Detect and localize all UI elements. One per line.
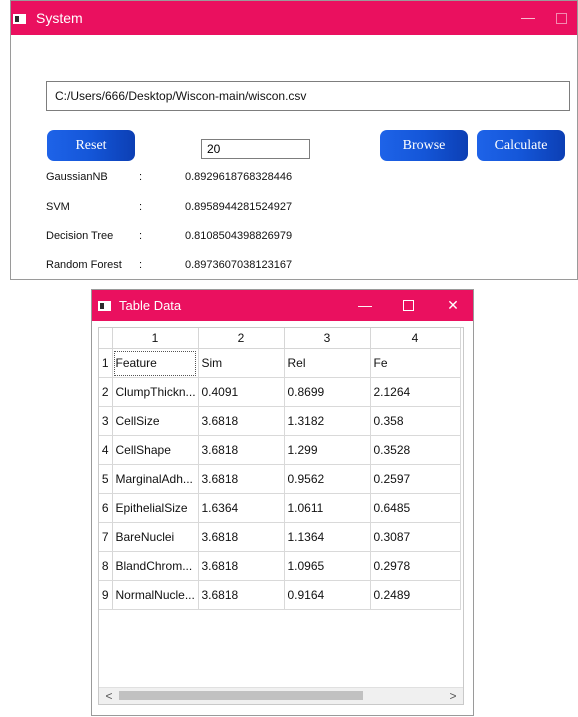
window-icon [98,301,111,311]
table-cell[interactable]: 1.1364 [284,522,371,552]
table-cell[interactable]: 1.0611 [284,493,371,523]
scroll-left-icon[interactable]: < [101,688,117,704]
calculate-button[interactable]: Calculate [477,130,565,161]
row-header[interactable]: 9 [99,580,113,610]
minimize-icon[interactable]: — [350,295,380,315]
row-header[interactable]: 6 [99,493,113,523]
table-cell[interactable]: 1.0965 [284,551,371,581]
table-cell[interactable]: 3.6818 [198,406,285,436]
system-window: System — Reset Browse Calculate Gaussian… [10,0,578,280]
table-cell[interactable]: ClumpThickn... [112,377,199,407]
table-cell[interactable]: Sim [198,348,285,378]
table-cell[interactable]: 0.2489 [370,580,461,610]
result-value: 0.8958944281524927 [185,201,293,213]
result-colon: : [139,259,143,271]
row-header[interactable]: 1 [99,348,113,378]
window-title: Table Data [119,298,182,313]
table-cell[interactable]: 0.8699 [284,377,371,407]
table-cell[interactable]: 0.2597 [370,464,461,494]
result-value: 0.8929618768328446 [185,171,293,183]
table-cell[interactable]: 0.3528 [370,435,461,465]
table-data-window: Table Data — ✕ 1 2 3 4 1 Feature Sim Rel Fe 2… [91,289,474,716]
table-cell[interactable]: 0.9164 [284,580,371,610]
table-row: 4 CellShape 3.6818 1.299 0.3528 [99,435,461,465]
table-cell[interactable]: 1.299 [284,435,371,465]
result-name: Decision Tree [46,230,114,242]
data-table-view[interactable]: 1 2 3 4 1 Feature Sim Rel Fe 2 ClumpThickn... 0… [98,327,464,705]
data-table: 1 2 3 4 1 Feature Sim Rel Fe 2 ClumpThickn... 0… [99,328,461,610]
corner-header[interactable] [99,328,113,349]
table-cell[interactable]: 3.6818 [198,464,285,494]
column-header[interactable]: 2 [198,328,285,349]
row-header[interactable]: 4 [99,435,113,465]
table-cell[interactable]: 3.6818 [198,435,285,465]
table-cell[interactable]: 1.6364 [198,493,285,523]
table-cell[interactable]: 0.4091 [198,377,285,407]
table-cell[interactable]: 3.6818 [198,580,285,610]
column-header-row: 1 2 3 4 [99,328,461,349]
table-cell[interactable]: MarginalAdh... [112,464,199,494]
table-cell[interactable]: 3.6818 [198,522,285,552]
row-header[interactable]: 3 [99,406,113,436]
result-name: GaussianNB [46,171,108,183]
table-cell[interactable]: BlandChrom... [112,551,199,581]
file-path-input[interactable] [46,81,570,111]
table-cell[interactable]: CellShape [112,435,199,465]
number-input[interactable] [201,139,310,159]
system-title-bar[interactable]: System — [11,1,577,35]
table-cell[interactable]: EpithelialSize [112,493,199,523]
maximize-icon[interactable] [548,9,574,27]
result-name: SVM [46,201,70,213]
column-header[interactable]: 4 [370,328,461,349]
table-cell[interactable]: CellSize [112,406,199,436]
result-name: Random Forest [46,259,122,271]
column-header[interactable]: 3 [284,328,371,349]
window-icon [13,14,26,24]
reset-button[interactable]: Reset [47,130,135,161]
row-header[interactable]: 8 [99,551,113,581]
table-cell[interactable]: Rel [284,348,371,378]
table-row: 3 CellSize 3.6818 1.3182 0.358 [99,406,461,436]
table-row: 2 ClumpThickn... 0.4091 0.8699 2.1264 [99,377,461,407]
result-colon: : [139,201,143,213]
table-cell[interactable]: 0.9562 [284,464,371,494]
window-title: System [36,10,83,26]
table-row: 5 MarginalAdh... 3.6818 0.9562 0.2597 [99,464,461,494]
result-value: 0.8973607038123167 [185,259,293,271]
column-header[interactable]: 1 [112,328,199,349]
row-header[interactable]: 2 [99,377,113,407]
result-value: 0.8108504398826979 [185,230,293,242]
close-icon[interactable]: ✕ [438,295,468,315]
table-row: 1 Feature Sim Rel Fe [99,348,461,378]
table-cell[interactable]: 0.3087 [370,522,461,552]
maximize-icon[interactable] [393,295,423,315]
table-cell[interactable]: 0.2978 [370,551,461,581]
table-row: 8 BlandChrom... 3.6818 1.0965 0.2978 [99,551,461,581]
row-header[interactable]: 5 [99,464,113,494]
result-colon: : [139,171,143,183]
minimize-icon[interactable]: — [515,9,541,27]
row-header[interactable]: 7 [99,522,113,552]
table-cell[interactable]: 3.6818 [198,551,285,581]
table-cell[interactable]: 0.6485 [370,493,461,523]
table-row: 7 BareNuclei 3.6818 1.1364 0.3087 [99,522,461,552]
result-colon: : [139,230,143,242]
table-cell[interactable]: NormalNucle... [112,580,199,610]
table-cell[interactable]: Fe [370,348,461,378]
table-cell[interactable]: 1.3182 [284,406,371,436]
browse-button[interactable]: Browse [380,130,468,161]
table-cell[interactable]: 2.1264 [370,377,461,407]
scroll-thumb[interactable] [119,691,363,700]
table-title-bar[interactable]: Table Data — ✕ [92,290,473,321]
scroll-right-icon[interactable]: > [445,688,461,704]
table-row: 6 EpithelialSize 1.6364 1.0611 0.6485 [99,493,461,523]
table-cell[interactable]: Feature [112,348,199,378]
table-cell[interactable]: BareNuclei [112,522,199,552]
table-cell[interactable]: 0.358 [370,406,461,436]
horizontal-scrollbar[interactable]: < > [99,687,463,704]
table-row: 9 NormalNucle... 3.6818 0.9164 0.2489 [99,580,461,610]
